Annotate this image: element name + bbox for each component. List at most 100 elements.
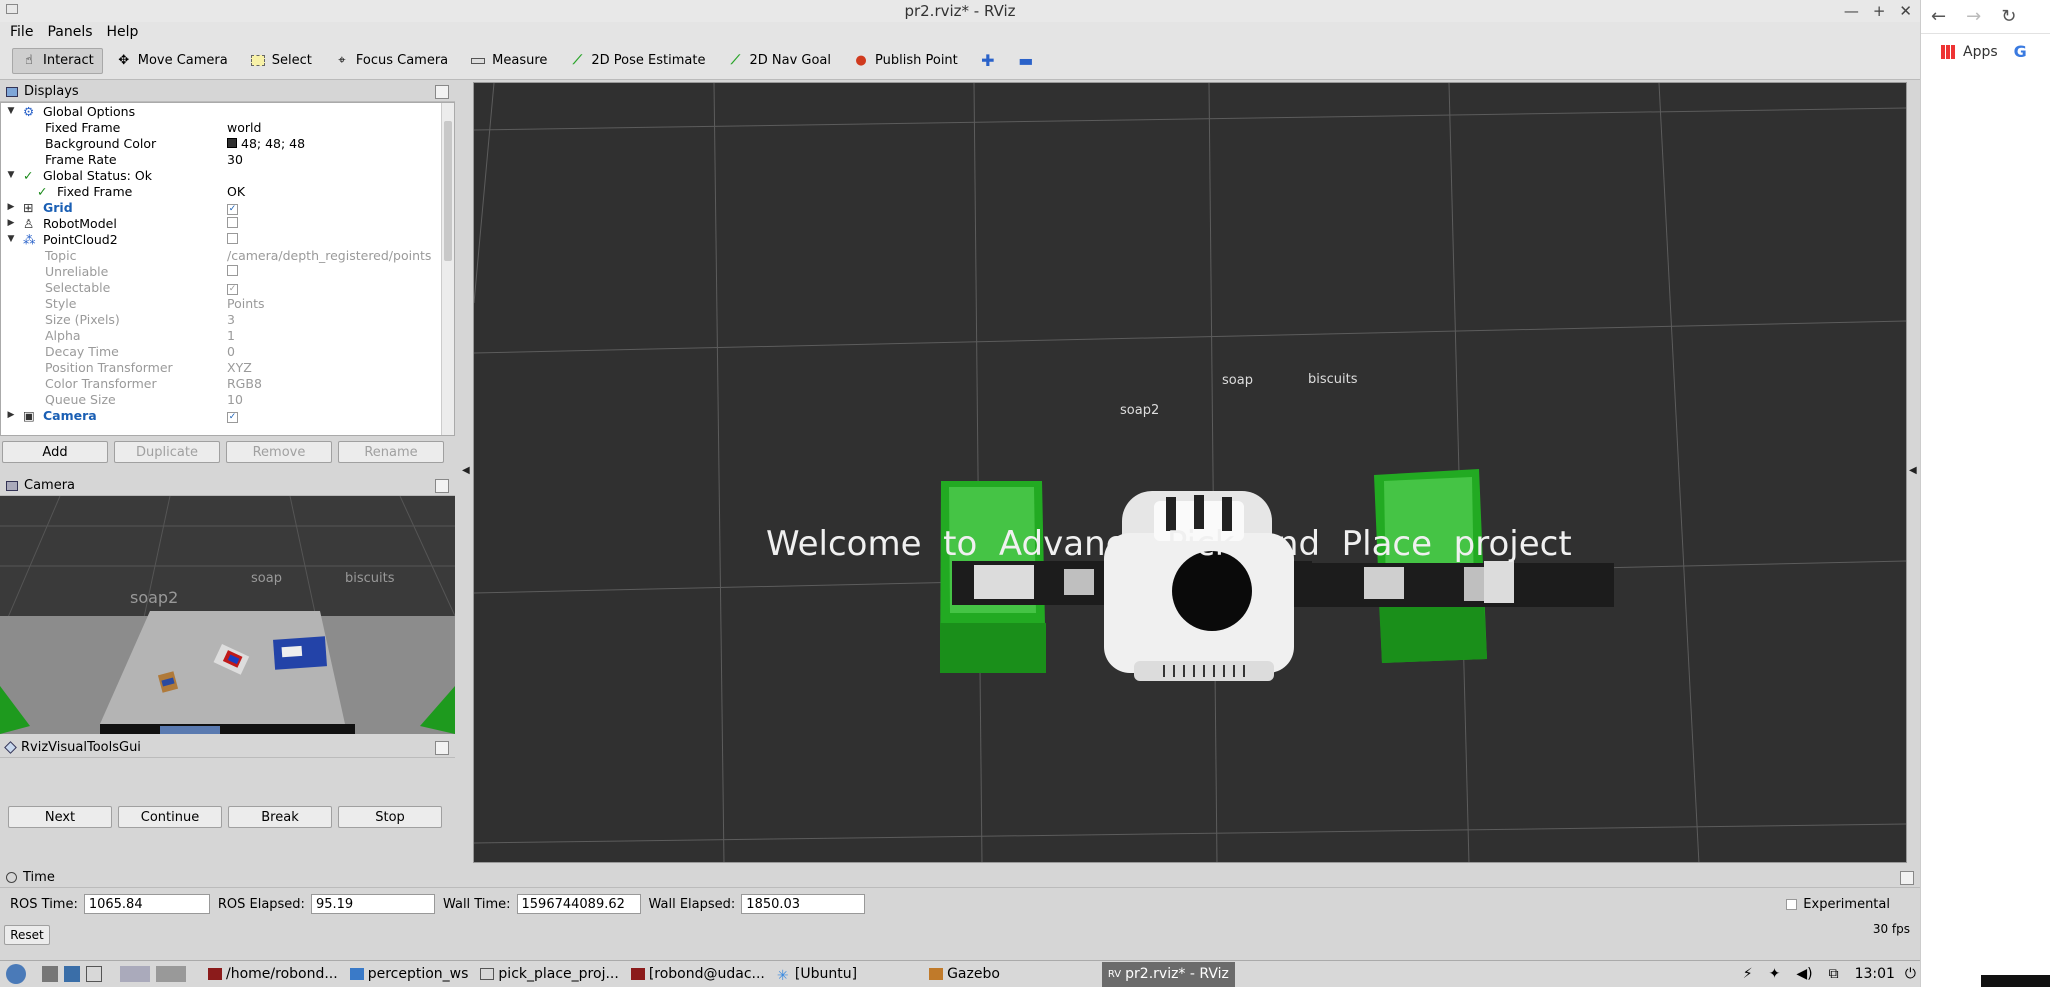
menu-file[interactable]: File	[10, 24, 33, 40]
wall-elapsed-field[interactable]	[741, 894, 866, 914]
apps-link[interactable]: Apps	[1963, 44, 1998, 60]
files-icon[interactable]	[42, 966, 58, 982]
task-terminal-home[interactable]: /home/robond...	[202, 962, 344, 987]
volume-icon[interactable]: ◀)	[1796, 966, 1812, 982]
display-row-value[interactable]	[227, 232, 454, 247]
expand-right-icon[interactable]: ▶	[5, 410, 17, 420]
expand-down-icon[interactable]: ▼	[5, 234, 17, 244]
nav-goal-tool[interactable]: ⟋ 2D Nav Goal	[718, 48, 840, 74]
tree-scrollbar[interactable]	[441, 103, 454, 435]
panel-close-button[interactable]	[435, 85, 449, 99]
back-icon[interactable]: ←	[1931, 6, 1946, 27]
display-row-value[interactable]: 10	[227, 392, 454, 407]
display-row-value[interactable]: 1	[227, 328, 454, 343]
display-row[interactable]: Unreliable	[1, 263, 454, 279]
focus-camera-tool[interactable]: ⌖ Focus Camera	[325, 48, 457, 74]
display-row-value[interactable]	[227, 264, 454, 279]
maximize-button[interactable]: +	[1873, 2, 1886, 20]
panel-close-button[interactable]	[1900, 871, 1914, 885]
task-robond-terminal[interactable]: [robond@udac...	[625, 962, 771, 987]
wall-time-field[interactable]	[516, 894, 641, 914]
network-icon[interactable]: ⧉	[1829, 966, 1839, 982]
display-row-value[interactable]: RGB8	[227, 376, 454, 391]
color-swatch[interactable]	[227, 137, 237, 148]
window-icon[interactable]	[86, 966, 102, 982]
display-row[interactable]: ▼ ✓ Global Status: Ok	[1, 167, 454, 183]
desktop-icon[interactable]	[120, 966, 150, 982]
display-row[interactable]: Background Color 48; 48; 48	[1, 135, 454, 151]
select-tool[interactable]: Select	[241, 48, 321, 74]
checked-checkbox[interactable]: ✓	[227, 203, 238, 215]
window-menu-icon[interactable]	[6, 4, 18, 14]
display-row[interactable]: ✓ Fixed Frame OK	[1, 183, 454, 199]
stop-button[interactable]: Stop	[338, 806, 442, 828]
task-gazebo[interactable]: Gazebo	[923, 962, 1006, 987]
desktop2-icon[interactable]	[156, 966, 186, 982]
interact-tool[interactable]: ☝ Interact	[12, 47, 103, 74]
display-row-value[interactable]: OK	[227, 184, 454, 199]
forward-icon[interactable]: →	[1966, 6, 1981, 27]
continue-button[interactable]: Continue	[118, 806, 222, 828]
measure-tool[interactable]: Measure	[461, 48, 556, 74]
apps-grid-icon[interactable]	[1941, 44, 1955, 59]
task-pick-place[interactable]: pick_place_proj...	[474, 962, 624, 987]
display-row-value[interactable]: /camera/depth_registered/points	[227, 248, 454, 263]
close-button[interactable]: ✕	[1899, 2, 1912, 20]
expand-right-icon[interactable]: ▶	[5, 202, 17, 212]
rename-button[interactable]: Rename	[338, 441, 444, 463]
display-row-value[interactable]: XYZ	[227, 360, 454, 375]
display-row[interactable]: Alpha 1	[1, 327, 454, 343]
menu-panels[interactable]: Panels	[47, 24, 92, 40]
3d-viewport[interactable]: soap2 soap biscuits Welcome to Advance P…	[473, 82, 1907, 863]
experimental-checkbox[interactable]	[1786, 898, 1798, 910]
google-icon[interactable]: G	[2014, 42, 2027, 61]
display-row[interactable]: ▶ ♙ RobotModel	[1, 215, 454, 231]
ros-elapsed-field[interactable]	[310, 894, 435, 914]
task-rviz[interactable]: RV pr2.rviz* - RViz	[1101, 961, 1235, 987]
checked-checkbox[interactable]: ✓	[227, 411, 238, 423]
minimize-button[interactable]: —	[1844, 2, 1859, 20]
expand-right-icon[interactable]: ▶	[5, 218, 17, 228]
display-row[interactable]: ▼ ⁂ PointCloud2	[1, 231, 454, 247]
display-row-value[interactable]: 48; 48; 48	[227, 136, 454, 151]
task-ubuntu[interactable]: ✳ [Ubuntu]	[771, 962, 863, 987]
display-row[interactable]: Position Transformer XYZ	[1, 359, 454, 375]
display-row[interactable]: Color Transformer RGB8	[1, 375, 454, 391]
display-row-value[interactable]	[227, 216, 454, 231]
display-row-value[interactable]: ✓	[227, 199, 454, 215]
collapse-left-icon[interactable]: ◀	[462, 465, 470, 476]
panel-close-button[interactable]	[435, 479, 449, 493]
display-row[interactable]: Queue Size 10	[1, 391, 454, 407]
display-row[interactable]: ▼ ⚙ Global Options	[1, 103, 454, 119]
shutdown-icon[interactable]: ⏻	[1905, 966, 1916, 982]
display-row-value[interactable]: 3	[227, 312, 454, 327]
display-row[interactable]: Size (Pixels) 3	[1, 311, 454, 327]
panel-close-button[interactable]	[435, 741, 449, 755]
display-row-value[interactable]: world	[227, 120, 454, 135]
terminal-launch-icon[interactable]	[64, 966, 80, 982]
move-camera-tool[interactable]: ✥ Move Camera	[107, 48, 237, 74]
display-row-value[interactable]: ✓	[227, 279, 454, 295]
duplicate-button[interactable]: Duplicate	[114, 441, 220, 463]
bluetooth-icon[interactable]: ✦	[1769, 966, 1781, 982]
add-button[interactable]: Add	[2, 441, 108, 463]
collapse-right-icon[interactable]: ◀	[1909, 465, 1917, 476]
expand-down-icon[interactable]: ▼	[5, 170, 17, 180]
expand-down-icon[interactable]: ▼	[5, 106, 17, 116]
unchecked-checkbox[interactable]	[227, 232, 238, 244]
display-row[interactable]: ▶ ▣ Camera ✓	[1, 407, 454, 423]
reload-icon[interactable]: ↻	[2001, 6, 2016, 27]
next-button[interactable]: Next	[8, 806, 112, 828]
menu-help[interactable]: Help	[107, 24, 139, 40]
unchecked-checkbox[interactable]	[227, 216, 238, 228]
unchecked-checkbox[interactable]	[227, 264, 238, 276]
reset-button[interactable]: Reset	[4, 925, 50, 945]
power-icon[interactable]: ⚡	[1743, 966, 1753, 982]
scrollbar-thumb[interactable]	[444, 121, 452, 261]
remove-button[interactable]: Remove	[226, 441, 332, 463]
display-row-value[interactable]: 0	[227, 344, 454, 359]
break-button[interactable]: Break	[228, 806, 332, 828]
display-row[interactable]: Style Points	[1, 295, 454, 311]
display-row[interactable]: Frame Rate 30	[1, 151, 454, 167]
remove-tool-button[interactable]: ▬	[1009, 48, 1043, 74]
